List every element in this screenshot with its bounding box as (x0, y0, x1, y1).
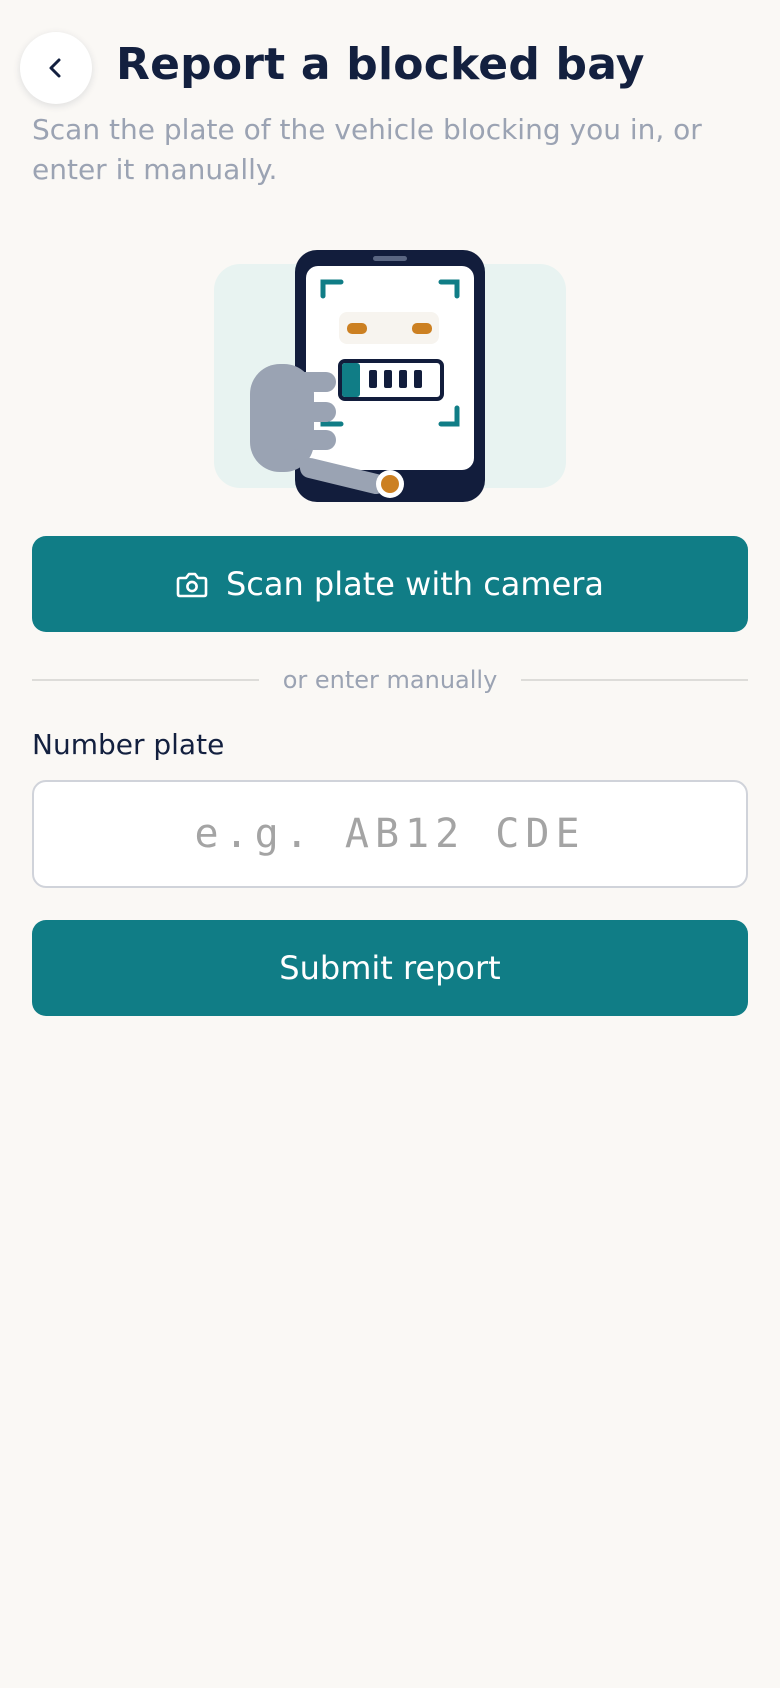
report-blocked-bay-screen: Report a blocked bay Scan the plate of t… (0, 0, 780, 1688)
scan-plate-label: Scan plate with camera (225, 565, 605, 603)
number-plate-input[interactable] (32, 780, 748, 888)
divider-label: or enter manually (282, 666, 498, 694)
camera-icon (176, 570, 208, 598)
number-plate-label: Number plate (32, 728, 225, 761)
back-button[interactable] (20, 32, 92, 104)
phone-scanning-plate-illustration (214, 246, 566, 504)
scan-plate-button[interactable]: Scan plate with camera (32, 536, 748, 632)
divider-line-right (521, 679, 748, 681)
submit-report-button[interactable]: Submit report (32, 920, 748, 1016)
chevron-left-icon (42, 54, 70, 82)
page-subtitle: Scan the plate of the vehicle blocking y… (32, 113, 702, 186)
page-title: Report a blocked bay (116, 39, 645, 90)
or-divider: or enter manually (32, 662, 748, 698)
divider-line-left (32, 679, 259, 681)
